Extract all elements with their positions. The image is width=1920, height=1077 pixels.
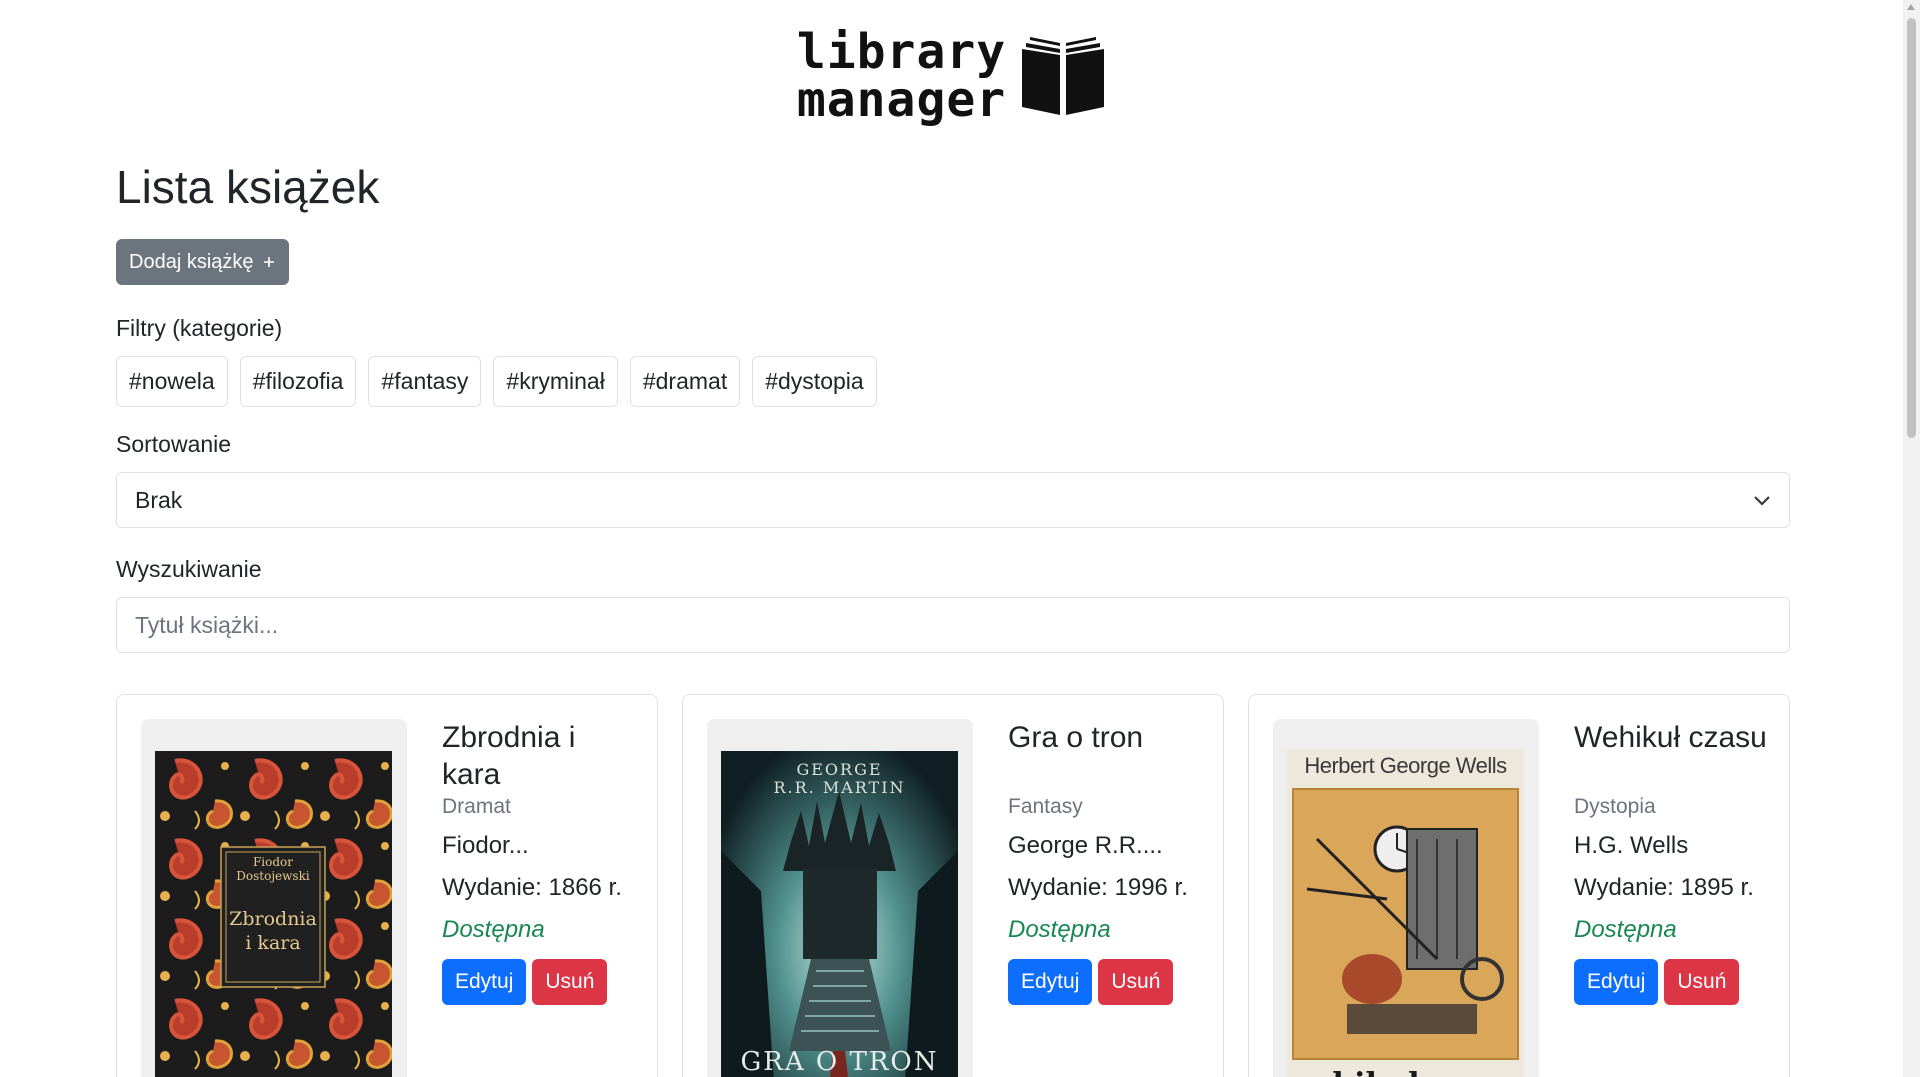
add-book-button[interactable]: Dodaj książkę [116,239,289,286]
book-category: Fantasy [1008,795,1083,818]
filter-tag-dramat[interactable]: #dramat [629,356,741,408]
cover-title: GRA O TRON [740,1047,939,1077]
filter-tag-nowela[interactable]: #nowela [116,356,228,408]
book-cover-frame: Herbert George Wells wehikuł czasu [1273,719,1539,1077]
book-year: Wydanie: 1895 r. [1574,874,1754,901]
scrollbar[interactable] [1903,0,1920,1077]
logo-line-1: library [796,24,1007,80]
book-card: Herbert George Wells wehikuł czasu Wehik… [1248,694,1790,1077]
book-card: Fiodor Dostojewski Zbrodnia i kara Zbrod… [116,694,658,1077]
book-title: Zbrodnia i kara [442,721,576,791]
cover-author: GEORGE R.R. MARTIN [721,761,958,797]
search-label: Wyszukiwanie [116,556,262,583]
book-info: Zbrodnia i kara Dramat Fiodor... Wydanie… [442,719,642,1005]
cover-author: Fiodor Dostojewski [221,855,325,883]
edit-button[interactable]: Edytuj [1008,959,1093,1005]
app-logo: library manager [0,28,1903,124]
book-year: Wydanie: 1866 r. [442,874,622,901]
book-category: Dystopia [1574,795,1656,818]
book-cover-image: GEORGE R.R. MARTIN GRA O TRON [721,751,958,1077]
chevron-down-icon [1754,496,1770,506]
filter-tag-kryminal[interactable]: #kryminał [493,356,618,408]
book-status: Dostępna [1008,916,1111,943]
cover-author-line-1: GEORGE [796,760,883,779]
delete-button[interactable]: Usuń [1664,959,1740,1005]
edit-button[interactable]: Edytuj [442,959,527,1005]
logo-text: library manager [797,28,1006,124]
cover-author: Herbert George Wells [1304,753,1507,778]
sorting-selected-value: Brak [135,486,183,513]
book-actions: Edytuj Usuń [1574,959,1774,1005]
book-status: Dostępna [442,916,545,943]
open-book-icon [1022,37,1105,115]
filters-label: Filtry (kategorie) [116,315,283,342]
search-placeholder: Tytuł książki... [135,611,279,638]
filter-tag-fantasy[interactable]: #fantasy [368,356,482,408]
filter-tags: #nowela #filozofia #fantasy #kryminał #d… [116,356,1790,408]
book-author: George R.R.... [1008,832,1163,859]
book-year: Wydanie: 1996 r. [1008,874,1188,901]
filter-tag-dystopia[interactable]: #dystopia [752,356,877,408]
book-author: H.G. Wells [1574,832,1689,859]
filter-tag-filozofia[interactable]: #filozofia [239,356,357,408]
cover-author-line-1: Fiodor [252,855,294,869]
book-actions: Edytuj Usuń [442,959,642,1005]
main-content: Lista książek Dodaj książkę Filtry (kate… [116,160,1790,654]
delete-button[interactable]: Usuń [532,959,608,1005]
book-card: GEORGE R.R. MARTIN GRA O TRON Gra o tron… [682,694,1224,1077]
book-cover-image: Herbert George Wells wehikuł czasu [1287,749,1524,1077]
book-info: Wehikuł czasu Dystopia H.G. Wells Wydani… [1574,719,1774,1005]
plus-icon [263,257,274,268]
cover-author-line-2: R.R. MARTIN [773,778,906,797]
book-cover-frame: Fiodor Dostojewski Zbrodnia i kara [141,719,407,1077]
book-title: Wehikuł czasu [1574,721,1767,754]
page-title: Lista książek [116,161,380,213]
delete-button[interactable]: Usuń [1098,959,1174,1005]
book-status: Dostępna [1574,916,1677,943]
add-book-label: Dodaj książkę [129,250,254,273]
scroll-up-arrow-icon[interactable] [1907,4,1915,10]
throne-illustration [721,751,958,1077]
book-cover-frame: GEORGE R.R. MARTIN GRA O TRON [707,719,973,1077]
cover-title-line-1: Zbrodnia [229,908,317,930]
cover-title: wehikuł czasu [1287,1067,1524,1077]
search-input[interactable]: Tytuł książki... [116,597,1790,654]
sorting-select[interactable]: Brak [116,472,1790,529]
book-list: Fiodor Dostojewski Zbrodnia i kara Zbrod… [116,694,1790,1077]
time-machine-illustration [1287,749,1524,1077]
book-info: Gra o tron Fantasy George R.R.... Wydani… [1008,719,1208,1005]
book-category: Dramat [442,795,511,818]
book-cover-image: Fiodor Dostojewski Zbrodnia i kara [155,751,392,1077]
book-actions: Edytuj Usuń [1008,959,1208,1005]
book-author: Fiodor... [442,832,529,859]
book-title: Gra o tron [1008,721,1144,754]
scrollbar-thumb[interactable] [1907,18,1916,438]
edit-button[interactable]: Edytuj [1574,959,1659,1005]
sorting-label: Sortowanie [116,431,232,458]
logo-line-2: manager [796,72,1007,128]
cover-author-line-2: Dostojewski [236,869,310,883]
cover-title: Zbrodnia i kara [221,907,325,955]
cover-title-line-2: i kara [245,932,301,954]
